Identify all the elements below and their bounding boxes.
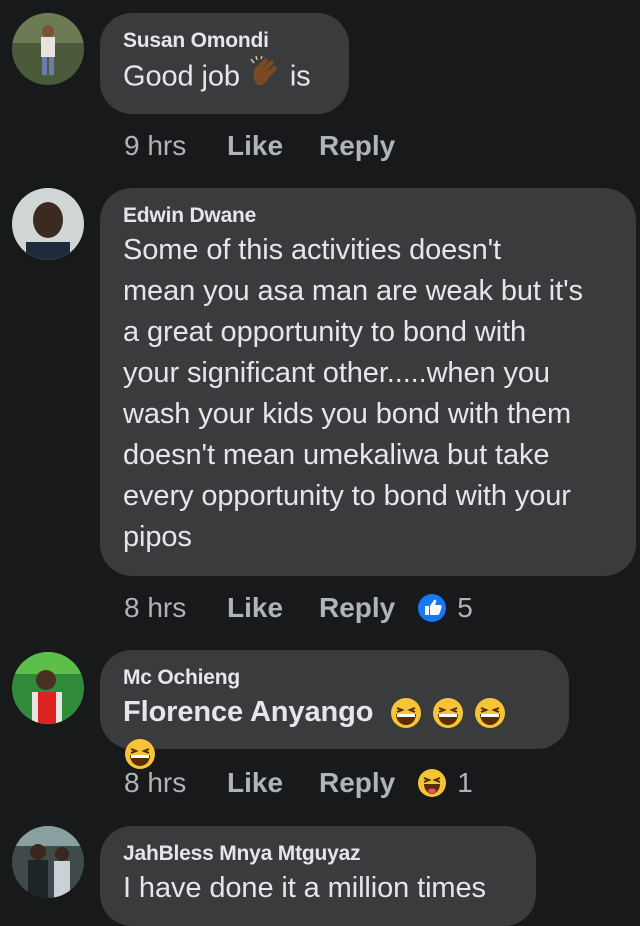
clapping-hands-emoji-icon <box>248 55 282 101</box>
avatar[interactable] <box>12 652 84 724</box>
avatar[interactable] <box>12 13 84 85</box>
comment-text-line: wash your kids you bond with them <box>123 398 572 430</box>
reaction-summary[interactable]: 1 <box>417 767 473 799</box>
comment-actions: 8 hrs Like Reply 1 <box>124 763 473 803</box>
comment-text-before: Good job <box>123 60 240 93</box>
comment-text-line: doesn't mean umekaliwa but take <box>123 439 550 471</box>
comment-text: I have done it a million times <box>123 872 486 904</box>
like-reaction-icon <box>418 594 447 622</box>
like-button[interactable]: Like <box>227 767 319 799</box>
comment-timestamp[interactable]: 9 hrs <box>124 130 227 162</box>
mention-link[interactable]: Florence Anyango <box>123 696 373 728</box>
comment-author[interactable]: Mc Ochieng <box>123 664 545 692</box>
comment-actions: 8 hrs Like Reply 5 <box>124 588 473 628</box>
comment-actions: 9 hrs Like Reply <box>124 126 417 166</box>
grinning-squinting-face-emoji-icon <box>475 698 506 729</box>
comment-text: Florence Anyango <box>123 692 545 774</box>
comment-timestamp[interactable]: 8 hrs <box>124 767 227 799</box>
comment-text-line: every opportunity to bond with your <box>123 480 571 512</box>
reaction-count: 5 <box>457 592 473 623</box>
grinning-squinting-face-emoji-icon <box>391 698 422 729</box>
comment-text-line: a great opportunity to bond with <box>123 316 527 348</box>
comment-bubble: Susan Omondi Good job is <box>100 13 349 114</box>
comment-author[interactable]: JahBless Mnya Mtguyaz <box>123 840 512 868</box>
reply-button[interactable]: Reply <box>319 592 395 624</box>
comment-author[interactable]: Susan Omondi <box>123 27 325 55</box>
comment-bubble: Edwin Dwane Some of this activities does… <box>100 188 636 576</box>
comment-timestamp[interactable]: 8 hrs <box>124 592 227 624</box>
comment-text-line: mean you asa man are weak but it's <box>123 275 583 307</box>
comment-text: Good job is <box>123 55 325 101</box>
comment-text-line: your significant other.....when you <box>123 357 550 389</box>
comment-text: Some of this activities doesn't mean you… <box>123 230 612 558</box>
avatar[interactable] <box>12 826 84 898</box>
reply-button[interactable]: Reply <box>319 767 395 799</box>
comment-text-after: is <box>289 60 311 93</box>
comment-author[interactable]: Edwin Dwane <box>123 202 612 230</box>
reaction-count: 1 <box>457 767 473 798</box>
reply-button[interactable]: Reply <box>319 130 395 162</box>
comment-bubble: Mc Ochieng Florence Anyango <box>100 650 569 770</box>
reaction-summary[interactable]: 5 <box>417 592 473 624</box>
comment-text-line: pipos <box>123 521 192 553</box>
avatar[interactable] <box>12 188 84 260</box>
like-button[interactable]: Like <box>227 592 319 624</box>
comment-text-line: Some of this activities doesn't <box>123 234 502 266</box>
grinning-squinting-face-emoji-icon <box>433 698 464 729</box>
like-button[interactable]: Like <box>227 130 319 162</box>
haha-reaction-icon <box>418 769 447 797</box>
comment-bubble: JahBless Mnya Mtguyaz I have done it a m… <box>100 826 536 926</box>
